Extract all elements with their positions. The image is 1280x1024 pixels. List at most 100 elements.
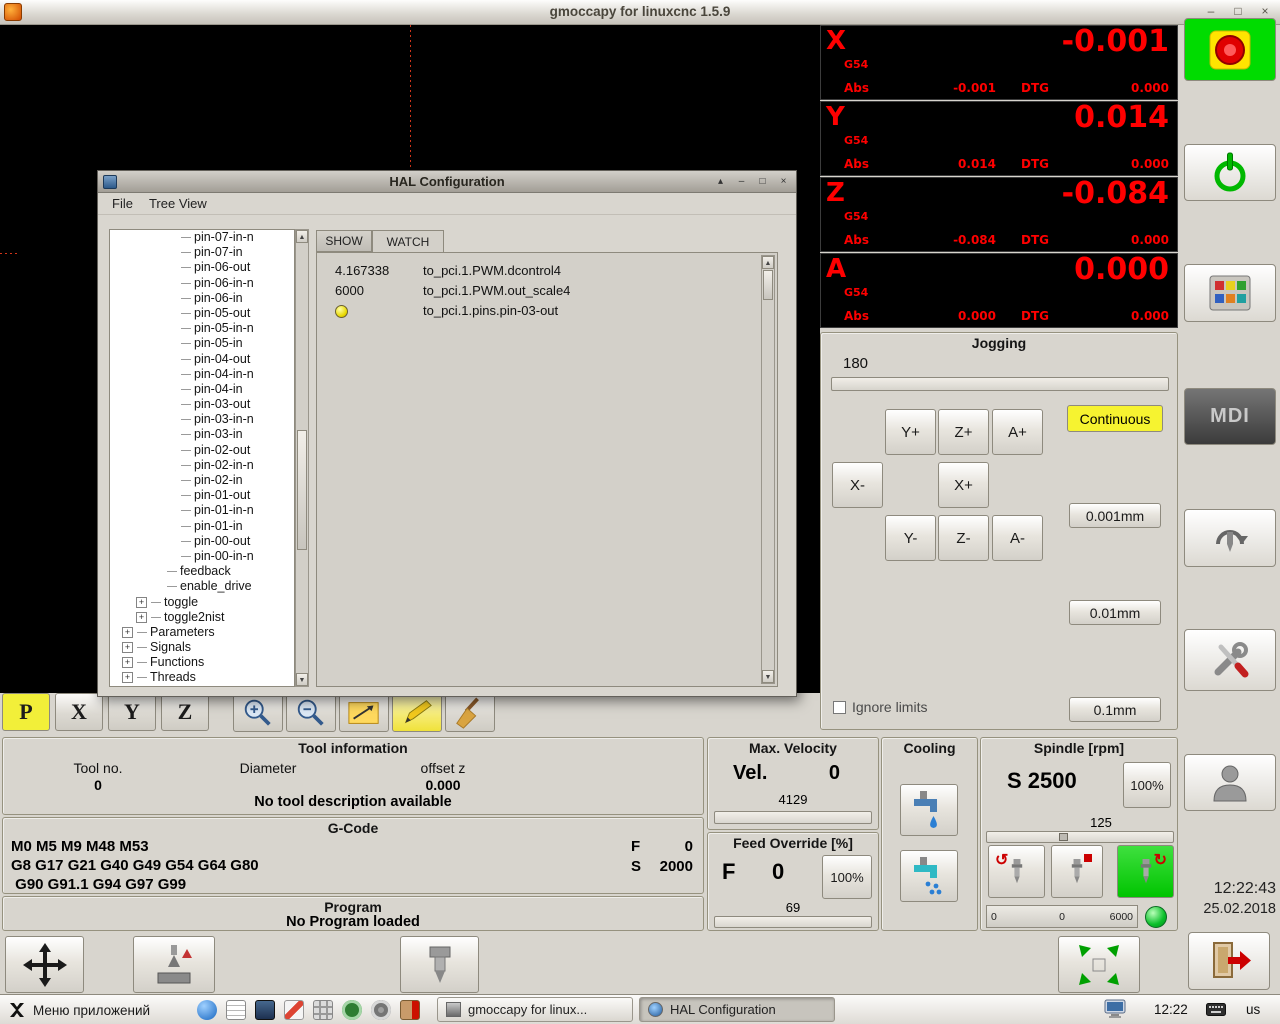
tree-expander-icon[interactable]: + <box>122 642 133 654</box>
keyboard-tray-icon[interactable] <box>1206 1003 1226 1021</box>
preview-tab-z[interactable]: Z <box>161 693 209 731</box>
tree-item-pin-01-in-n[interactable]: pin-01-in-n <box>110 503 294 518</box>
tree-expander-icon[interactable]: + <box>122 672 133 684</box>
hal-titlebar[interactable]: HAL Configuration ▴ – □ × <box>98 171 796 193</box>
mist-button[interactable] <box>900 850 958 902</box>
taskbar-clock[interactable]: 12:22 <box>1154 1002 1202 1017</box>
edit-button[interactable] <box>392 694 442 732</box>
spindle-slider-handle[interactable] <box>1059 833 1068 841</box>
tree-item-pin-02-out[interactable]: pin-02-out <box>110 443 294 458</box>
tool-button[interactable] <box>400 936 479 993</box>
hal-menu-tree-view[interactable]: Tree View <box>141 194 215 213</box>
spindle-override-slider[interactable] <box>986 831 1174 843</box>
settings-launcher-icon[interactable] <box>371 1000 391 1020</box>
jog-button-x-plus[interactable]: X+ <box>938 462 989 508</box>
increment-button-0.1mm[interactable]: 0.1mm <box>1069 697 1161 722</box>
hal-pin-tree[interactable]: pin-07-in-n pin-07-in pin-06-out pin-06-in-… <box>109 229 295 687</box>
dro-axis-z[interactable]: Z G54 -0.084 Abs -0.084 DTG 0.000 <box>820 176 1178 252</box>
preview-tab-y[interactable]: Y <box>108 693 156 731</box>
jog-button-a-plus[interactable]: A+ <box>992 409 1043 455</box>
tree-item-enable_drive[interactable]: enable_drive <box>110 579 294 594</box>
tree-item-toggle[interactable]: + toggle <box>110 595 294 610</box>
tree-item-pin-07-in-n[interactable]: pin-07-in-n <box>110 230 294 245</box>
tree-item-toggle2nist[interactable]: + toggle2nist <box>110 610 294 625</box>
watch-item[interactable]: to_pci.1.pins.pin-03-out <box>317 303 777 323</box>
applications-menu-button[interactable]: Меню приложений <box>2 997 156 1023</box>
tree-item-pin-00-out[interactable]: pin-00-out <box>110 534 294 549</box>
tree-item-pin-06-in[interactable]: pin-06-in <box>110 291 294 306</box>
workspace-launcher-icon[interactable] <box>342 1000 362 1020</box>
feed-reset-100-button[interactable]: 100% <box>822 855 872 899</box>
tree-item-pin-04-out[interactable]: pin-04-out <box>110 352 294 367</box>
tool-change-button[interactable] <box>1184 509 1276 567</box>
watch-item[interactable]: 4.167338 to_pci.1.PWM.dcontrol4 <box>317 263 777 283</box>
dro-axis-x[interactable]: X G54 -0.001 Abs -0.001 DTG 0.000 <box>820 24 1178 100</box>
spindle-cw-button[interactable]: ↻ <box>1117 845 1174 898</box>
tree-item-pin-03-out[interactable]: pin-03-out <box>110 397 294 412</box>
tree-item-pin-01-in[interactable]: pin-01-in <box>110 519 294 534</box>
display-tray-icon[interactable] <box>1104 999 1126 1024</box>
jog-button-y-plus[interactable]: Y+ <box>885 409 936 455</box>
browser-launcher-icon[interactable] <box>197 1000 217 1020</box>
hal-tab-show[interactable]: SHOW <box>316 230 372 252</box>
clear-button[interactable] <box>445 694 495 732</box>
preview-tab-x[interactable]: X <box>55 693 103 731</box>
display-launcher-icon[interactable] <box>255 1000 275 1020</box>
zoom-in-button[interactable] <box>233 694 283 732</box>
hal-menu-file[interactable]: File <box>104 194 141 213</box>
tree-item-feedback[interactable]: feedback <box>110 564 294 579</box>
tree-expander-icon[interactable]: + <box>136 611 147 623</box>
tool-measure-button[interactable] <box>133 936 215 993</box>
taskbar-window-gmoccapy[interactable]: gmoccapy for linux... <box>437 997 633 1022</box>
jog-button-z-plus[interactable]: Z+ <box>938 409 989 455</box>
tree-item-pin-02-in-n[interactable]: pin-02-in-n <box>110 458 294 473</box>
tree-item-pin-02-in[interactable]: pin-02-in <box>110 473 294 488</box>
fullscreen-button[interactable] <box>1058 936 1140 993</box>
tree-item-pin-05-in-n[interactable]: pin-05-in-n <box>110 321 294 336</box>
dimensions-button[interactable] <box>339 694 389 732</box>
tree-item-functions[interactable]: + Functions <box>110 655 294 670</box>
editor-launcher-icon[interactable] <box>284 1000 304 1020</box>
machine-on-button[interactable] <box>1184 144 1276 201</box>
dro-axis-a[interactable]: A G54 0.000 Abs 0.000 DTG 0.000 <box>820 252 1178 328</box>
user-button[interactable] <box>1184 754 1276 811</box>
hal-close-button[interactable]: × <box>775 174 792 190</box>
hal-shade-button[interactable]: ▴ <box>712 174 729 190</box>
scroll-down-icon[interactable]: ▼ <box>296 673 308 686</box>
notes-launcher-icon[interactable] <box>226 1000 246 1020</box>
tree-scrollbar[interactable]: ▲ ▼ <box>295 229 309 687</box>
zoom-out-button[interactable] <box>286 694 336 732</box>
hal-minimize-button[interactable]: – <box>733 174 750 190</box>
jog-speed-slider[interactable] <box>831 377 1169 391</box>
keypad-settings-button[interactable] <box>1184 264 1276 322</box>
dro-axis-y[interactable]: Y G54 0.014 Abs 0.014 DTG 0.000 <box>820 100 1178 176</box>
tree-item-pin-05-in[interactable]: pin-05-in <box>110 336 294 351</box>
max-velocity-slider[interactable] <box>714 811 872 824</box>
tree-item-pin-06-out[interactable]: pin-06-out <box>110 260 294 275</box>
continuous-button[interactable]: Continuous <box>1067 405 1163 432</box>
tree-item-pin-04-in-n[interactable]: pin-04-in-n <box>110 367 294 382</box>
tree-item-pin-01-out[interactable]: pin-01-out <box>110 488 294 503</box>
ignore-limits-checkbox[interactable] <box>833 700 846 714</box>
feed-override-slider[interactable] <box>714 916 872 928</box>
scrollbar-thumb[interactable] <box>297 430 307 550</box>
spindle-stop-button[interactable] <box>1051 845 1103 898</box>
jog-mode-button[interactable] <box>5 936 84 993</box>
tree-item-threads[interactable]: + Threads <box>110 670 294 685</box>
scroll-down-icon[interactable]: ▼ <box>762 670 774 683</box>
calculator-launcher-icon[interactable] <box>313 1000 333 1020</box>
jog-button-x-minus[interactable]: X- <box>832 462 883 508</box>
tree-expander-icon[interactable]: + <box>122 626 133 638</box>
tree-item-pin-04-in[interactable]: pin-04-in <box>110 382 294 397</box>
tree-item-pin-03-in-n[interactable]: pin-03-in-n <box>110 412 294 427</box>
flood-button[interactable] <box>900 784 958 836</box>
emergency-stop-button[interactable] <box>1184 18 1276 81</box>
jog-button-y-minus[interactable]: Y- <box>885 515 936 561</box>
hal-tab-watch[interactable]: WATCH <box>372 230 444 253</box>
preview-tab-p[interactable]: P <box>2 693 50 731</box>
taskbar-window-hal[interactable]: HAL Configuration <box>639 997 835 1022</box>
jog-button-a-minus[interactable]: A- <box>992 515 1043 561</box>
tree-item-pin-03-in[interactable]: pin-03-in <box>110 427 294 442</box>
tree-item-pin-05-out[interactable]: pin-05-out <box>110 306 294 321</box>
tree-item-pin-06-in-n[interactable]: pin-06-in-n <box>110 276 294 291</box>
